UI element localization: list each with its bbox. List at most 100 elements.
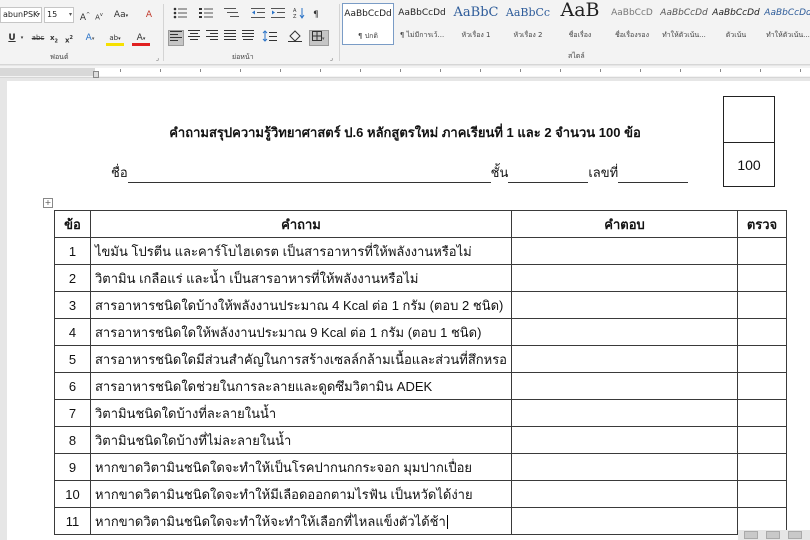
answer-cell[interactable] <box>511 480 738 508</box>
check-cell[interactable] <box>737 264 787 292</box>
question-cell[interactable]: สารอาหารชนิดใดบ้างให้พลังงานประมาณ 4 Kca… <box>90 291 512 319</box>
check-cell[interactable] <box>737 453 787 481</box>
answer-cell[interactable] <box>511 453 738 481</box>
row-number[interactable]: 5 <box>54 345 91 373</box>
row-number[interactable]: 11 <box>54 507 91 535</box>
ruler-tick <box>520 69 521 72</box>
check-cell[interactable] <box>737 345 787 373</box>
strikethrough-icon: abc <box>31 34 45 42</box>
clear-formatting-button[interactable]: A <box>142 7 156 23</box>
borders-icon: ▾ <box>312 31 325 42</box>
sort-button[interactable]: AZ <box>292 7 306 23</box>
question-cell[interactable]: สารอาหารชนิดใดช่วยในการละลายและดูดซึมวิต… <box>90 372 512 400</box>
font-dialog-launcher[interactable]: ⌟ <box>154 55 161 62</box>
grow-font-button[interactable]: A^ <box>79 7 91 23</box>
answer-cell[interactable] <box>511 291 738 319</box>
line-spacing-button[interactable] <box>260 30 280 46</box>
align-left-button[interactable] <box>168 30 184 46</box>
table-move-handle-icon[interactable]: + <box>43 198 53 208</box>
font-name-box[interactable]: abunPSK ▾ <box>0 7 42 23</box>
question-cell-active[interactable]: หากขาดวิตามินชนิดใดจะทำให้จะทำให้เลือกที… <box>90 507 512 535</box>
row-number[interactable]: 7 <box>54 399 91 427</box>
highlight-button[interactable]: ab▾ <box>106 30 124 46</box>
multilevel-list-button[interactable] <box>222 7 242 23</box>
style-intense-emphasis[interactable]: AaBbCcDd ทำให้ตัวเน้น... <box>762 3 810 45</box>
paragraph-group: AZ ¶ ▾ ย่อหน้า ⌟ <box>164 0 338 65</box>
decrease-indent-button[interactable] <box>250 7 266 23</box>
increase-indent-button[interactable] <box>270 7 286 23</box>
check-cell[interactable] <box>737 426 787 454</box>
row-number[interactable]: 4 <box>54 318 91 346</box>
borders-button[interactable]: ▾ <box>309 30 329 46</box>
font-size-box[interactable]: 15 ▾ <box>44 7 74 23</box>
read-mode-button[interactable] <box>744 531 758 539</box>
web-layout-button[interactable] <box>788 531 802 539</box>
row-number[interactable]: 3 <box>54 291 91 319</box>
numbering-button[interactable] <box>196 7 218 23</box>
text-effects-button[interactable]: A▾ <box>82 30 98 46</box>
answer-cell[interactable] <box>511 237 738 265</box>
check-cell[interactable] <box>737 237 787 265</box>
row-number[interactable]: 6 <box>54 372 91 400</box>
document-canvas[interactable]: คำถามสรุปความรู้วิทยาศาสตร์ ป.6 หลักสูตร… <box>0 79 810 540</box>
row-number[interactable]: 9 <box>54 453 91 481</box>
check-cell[interactable] <box>737 480 787 508</box>
check-cell[interactable] <box>737 318 787 346</box>
answer-cell[interactable] <box>511 372 738 400</box>
style-preview: AaB <box>560 0 600 21</box>
row-number[interactable]: 1 <box>54 237 91 265</box>
style-subtitle[interactable]: AaBbCcD ชื่อเรื่องรอง <box>606 3 658 45</box>
style-heading-2[interactable]: AaBbCc หัวเรื่อง 2 <box>502 3 554 45</box>
style-subtle-emphasis[interactable]: AaBbCcDd ทำให้ตัวเน้น... <box>658 3 710 45</box>
shading-button[interactable] <box>286 30 306 46</box>
strikethrough-button[interactable]: abc <box>30 30 46 46</box>
style-preview: AaBbC <box>453 5 499 20</box>
check-cell[interactable] <box>737 372 787 400</box>
style-no-spacing[interactable]: AaBbCcDd ¶ ไม่มีการเว้... <box>396 3 448 45</box>
align-center-button[interactable] <box>186 30 202 46</box>
name-blank <box>127 169 491 183</box>
bullets-button[interactable] <box>170 7 192 23</box>
question-cell[interactable]: หากขาดวิตามินชนิดใดจะทำให้เป็นโรคปากนกกร… <box>90 453 512 481</box>
answer-cell[interactable] <box>511 507 738 535</box>
style-normal[interactable]: AaBbCcDd ¶ ปกติ <box>342 3 394 45</box>
answer-cell[interactable] <box>511 399 738 427</box>
indent-marker[interactable] <box>93 71 99 78</box>
document-page[interactable]: คำถามสรุปความรู้วิทยาศาสตร์ ป.6 หลักสูตร… <box>7 81 810 540</box>
style-title[interactable]: AaB ชื่อเรื่อง <box>554 0 606 45</box>
answer-cell[interactable] <box>511 264 738 292</box>
answer-cell[interactable] <box>511 345 738 373</box>
row-number[interactable]: 8 <box>54 426 91 454</box>
question-cell[interactable]: วิตามินชนิดใดบ้างที่ไม่ละลายในน้ำ <box>90 426 512 454</box>
question-cell[interactable]: สารอาหารชนิดใดมีส่วนสำคัญในการสร้างเซลล์… <box>90 345 512 373</box>
answer-cell[interactable] <box>511 318 738 346</box>
horizontal-ruler[interactable] <box>0 66 810 78</box>
justify-button[interactable] <box>222 30 238 46</box>
style-heading-1[interactable]: AaBbC หัวเรื่อง 1 <box>450 3 502 45</box>
style-emphasis[interactable]: AaBbCcDd ตัวเน้น <box>710 3 762 45</box>
question-cell[interactable]: สารอาหารชนิดใดให้พลังงานประมาณ 9 Kcal ต่… <box>90 318 512 346</box>
subscript-button[interactable]: x2 <box>48 30 60 46</box>
change-case-button[interactable]: Aa▾ <box>112 7 130 23</box>
show-marks-button[interactable]: ¶ <box>309 7 323 23</box>
question-cell[interactable]: วิตามิน เกลือแร่ และน้ำ เป็นสารอาหารที่ใ… <box>90 264 512 292</box>
answer-cell[interactable] <box>511 426 738 454</box>
row-number[interactable]: 10 <box>54 480 91 508</box>
font-color-button[interactable]: A▾ <box>132 30 150 46</box>
question-cell[interactable]: ไขมัน โปรตีน และคาร์โบไฮเดรต เป็นสารอาหา… <box>90 237 512 265</box>
thai-distributed-button[interactable] <box>240 30 256 46</box>
question-cell[interactable]: วิตามินชนิดใดบ้างที่ละลายในน้ำ <box>90 399 512 427</box>
underline-dropdown[interactable]: ▾ <box>19 30 25 46</box>
check-cell[interactable] <box>737 399 787 427</box>
row-number[interactable]: 2 <box>54 264 91 292</box>
superscript-button[interactable]: x2 <box>63 30 75 46</box>
question-cell[interactable]: หากขาดวิตามินชนิดใดจะทำให้มีเลือดออกตามไ… <box>90 480 512 508</box>
print-layout-button[interactable] <box>766 531 780 539</box>
underline-button[interactable]: U <box>6 30 18 46</box>
shrink-font-button[interactable]: Av <box>93 7 105 23</box>
check-cell[interactable] <box>737 291 787 319</box>
align-right-button[interactable] <box>204 30 220 46</box>
ruler-tick <box>160 69 161 72</box>
paragraph-dialog-launcher[interactable]: ⌟ <box>328 55 335 62</box>
score-total: 100 <box>737 157 761 173</box>
